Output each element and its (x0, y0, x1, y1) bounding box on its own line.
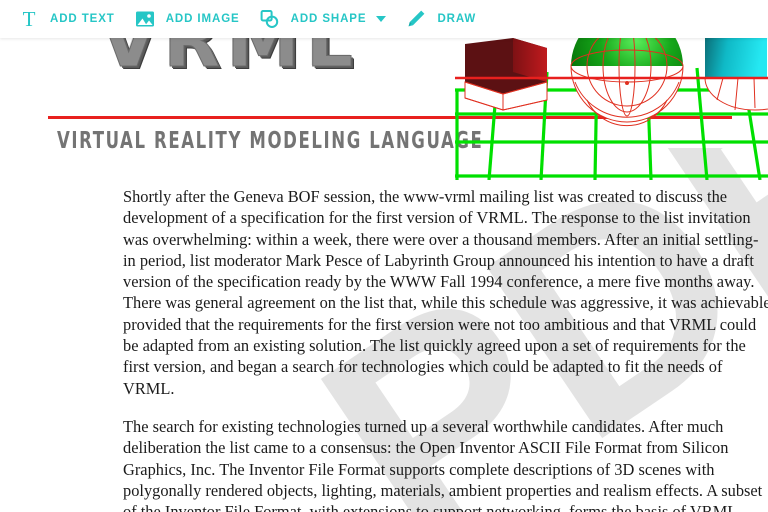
body-paragraph-2: The search for existing technologies tur… (123, 416, 763, 512)
image-icon (133, 7, 157, 31)
draw-button[interactable]: DRAW (395, 0, 485, 38)
cube-shape (464, 38, 548, 111)
add-image-label: ADD IMAGE (165, 13, 240, 25)
body-paragraph-1: Shortly after the Geneva BOF session, th… (123, 187, 768, 398)
document-body: Shortly after the Geneva BOF session, th… (123, 186, 768, 512)
add-image-button[interactable]: ADD IMAGE (124, 0, 249, 38)
pdf-editor-app: T ADD TEXT ADD IMAGE ADD SHAPE DRAW PDF … (0, 0, 768, 512)
vrml-title: VRML (99, 38, 360, 84)
shape-icon (258, 7, 282, 31)
add-shape-button[interactable]: ADD SHAPE (249, 0, 396, 38)
cone-shape (704, 38, 768, 111)
vrml-subtitle: VIRTUAL REALITY MODELING LANGUAGE (57, 128, 484, 154)
pencil-icon (404, 7, 428, 31)
chevron-down-icon[interactable] (376, 16, 387, 22)
add-shape-label: ADD SHAPE (290, 13, 367, 25)
add-text-button[interactable]: T ADD TEXT (8, 0, 124, 38)
draw-label: DRAW (437, 13, 477, 25)
vrml-3d-artwork (455, 38, 768, 180)
editor-toolbar: T ADD TEXT ADD IMAGE ADD SHAPE DRAW (0, 0, 768, 38)
add-text-label: ADD TEXT (50, 13, 115, 25)
document-page[interactable]: PDF VRML VIRTUAL REALITY MODELING LANGUA… (0, 38, 768, 512)
svg-text:T: T (23, 8, 36, 30)
text-icon: T (17, 7, 41, 31)
